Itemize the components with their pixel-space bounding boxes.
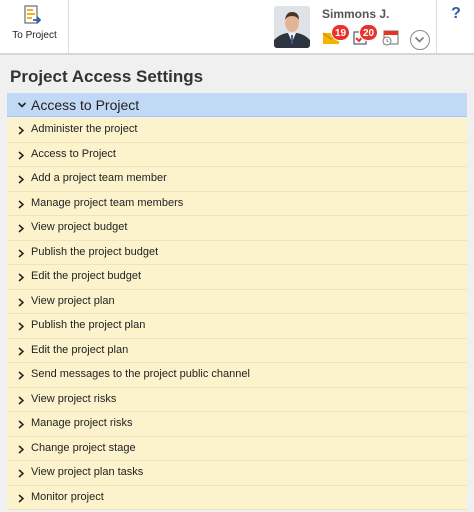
chevron-right-icon xyxy=(18,150,25,160)
chevron-right-icon xyxy=(18,469,25,478)
chevron-right-icon xyxy=(18,273,25,282)
chevron-right-icon xyxy=(18,420,25,429)
chevron-right-icon xyxy=(18,371,25,380)
messages-button[interactable]: 19 xyxy=(322,24,351,46)
help-button[interactable]: ? xyxy=(437,5,474,23)
chevron-right-icon xyxy=(18,224,25,233)
chevron-right-icon xyxy=(18,126,25,135)
chevron-right-icon xyxy=(18,199,25,209)
permission-item[interactable]: View project risks xyxy=(7,387,467,412)
permission-item[interactable]: View project plan xyxy=(7,289,467,314)
permission-item[interactable]: Manage project risks xyxy=(7,412,467,437)
permission-item-label: Access to Project xyxy=(31,147,116,160)
permissions-list: Administer the project Access to Project A… xyxy=(7,118,467,510)
permission-item-label: Add a project team member xyxy=(31,172,167,184)
permission-item[interactable]: View project plan tasks xyxy=(7,461,467,486)
help-area: ? xyxy=(436,0,474,53)
permission-item-label: View project budget xyxy=(31,221,128,233)
tasks-button[interactable]: 20 xyxy=(352,24,379,46)
calendar-button[interactable] xyxy=(381,28,401,46)
messages-count-badge: 19 xyxy=(331,24,351,41)
permission-item[interactable]: Change project stage xyxy=(7,436,467,461)
permission-item[interactable]: Publish the project plan xyxy=(7,314,467,339)
avatar[interactable] xyxy=(274,6,310,48)
permission-item-label: Publish the project budget xyxy=(31,245,159,258)
document-arrow-icon xyxy=(24,5,41,24)
user-name[interactable]: Simmons J. xyxy=(322,7,389,21)
calendar-icon xyxy=(382,30,399,46)
permission-item[interactable]: Monitor project xyxy=(7,485,467,510)
permission-item[interactable]: Access to Project xyxy=(7,142,467,167)
permission-item[interactable]: Add a project team member xyxy=(7,167,467,192)
permission-item-label: View project plan xyxy=(31,294,115,307)
to-project-button[interactable]: To Project xyxy=(0,0,69,53)
permission-item-label: View project plan tasks xyxy=(31,466,144,478)
chevron-right-icon xyxy=(18,297,25,307)
chevron-right-icon xyxy=(18,322,25,331)
permission-item[interactable]: Send messages to the project public chan… xyxy=(7,363,467,388)
user-photo-icon xyxy=(274,6,310,48)
permission-item-label: Manage project team members xyxy=(31,196,184,209)
permission-item-label: Edit the project plan xyxy=(31,343,129,356)
permission-item-label: Manage project risks xyxy=(31,417,133,429)
chevron-right-icon xyxy=(18,248,25,258)
permission-item-label: Publish the project plan xyxy=(31,319,146,331)
page-title: Project Access Settings xyxy=(10,67,204,86)
permission-item[interactable]: Manage project team members xyxy=(7,191,467,216)
top-toolbar: To Project Simmons J. 19 20 ? xyxy=(0,0,474,55)
permission-item-label: View project risks xyxy=(31,392,117,405)
permission-item-label: Edit the project budget xyxy=(31,270,142,282)
permission-item-label: Change project stage xyxy=(31,441,136,454)
chevron-right-icon xyxy=(18,444,25,454)
permission-item[interactable]: Administer the project xyxy=(7,118,467,143)
permission-item[interactable]: Publish the project budget xyxy=(7,240,467,265)
to-project-label: To Project xyxy=(12,30,57,41)
permission-item[interactable]: Edit the project plan xyxy=(7,338,467,363)
permission-item-label: Monitor project xyxy=(31,490,104,503)
chevron-right-icon xyxy=(18,175,25,184)
permission-item[interactable]: Edit the project budget xyxy=(7,265,467,290)
tasks-count-badge: 20 xyxy=(359,24,379,41)
permission-item-label: Administer the project xyxy=(31,123,138,135)
main-content: Project Access Settings Access to Projec… xyxy=(0,55,474,512)
section-title: Access to Project xyxy=(31,97,140,113)
chevron-right-icon xyxy=(18,346,25,356)
chevron-down-icon xyxy=(17,102,27,108)
chevron-down-icon[interactable] xyxy=(410,30,430,50)
permission-item-label: Send messages to the project public chan… xyxy=(31,368,250,380)
chevron-right-icon xyxy=(18,395,25,405)
permission-item[interactable]: View project budget xyxy=(7,216,467,241)
section-header-access-to-project[interactable]: Access to Project xyxy=(7,93,467,117)
chevron-right-icon xyxy=(18,493,25,503)
